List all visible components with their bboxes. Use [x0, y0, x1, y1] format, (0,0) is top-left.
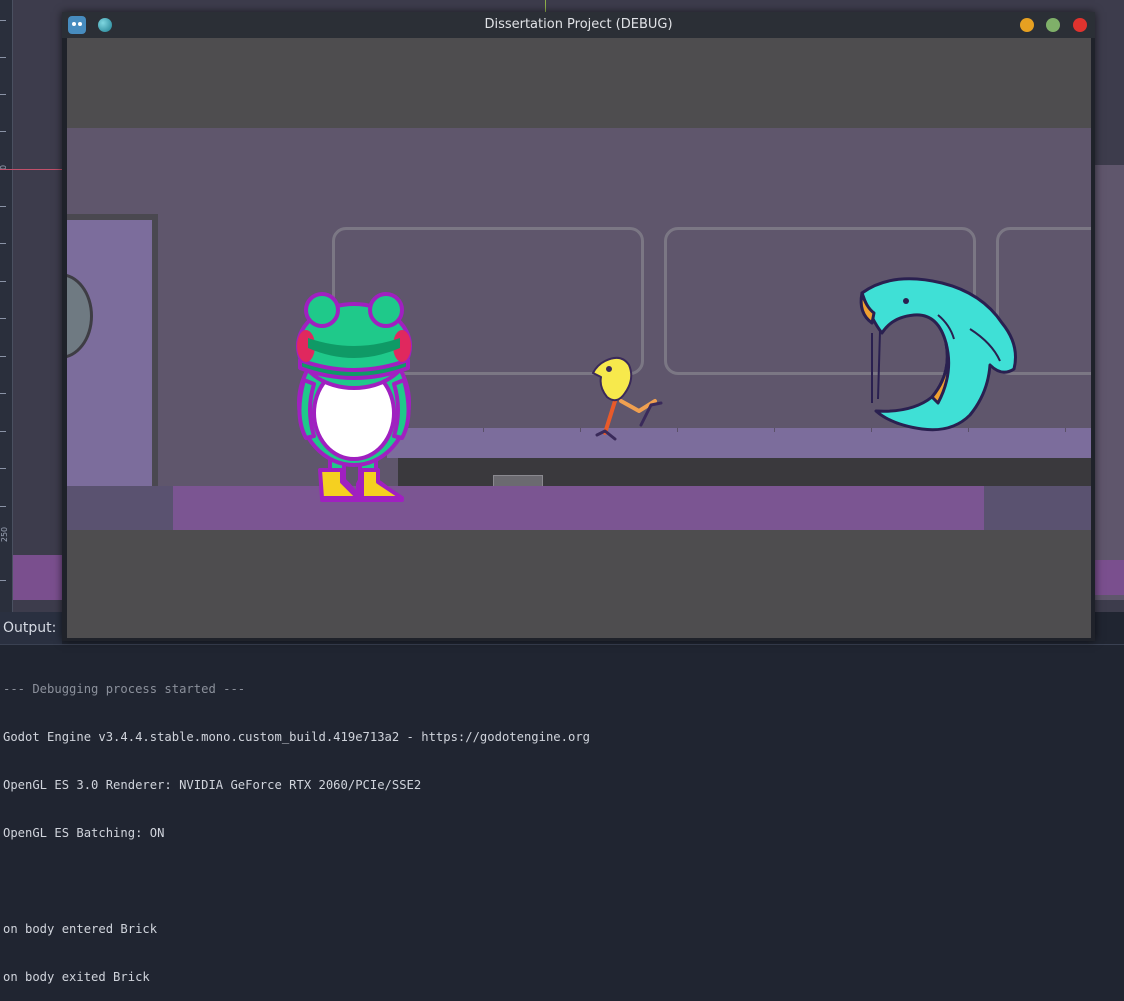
counter-seam — [1065, 428, 1066, 432]
ruler-tick — [0, 506, 6, 507]
editor-vertical-ruler[interactable]: 0 250 — [0, 0, 13, 612]
log-line: --- Debugging process started --- — [3, 682, 246, 696]
ruler-tick — [0, 393, 6, 394]
ruler-tick — [0, 206, 6, 207]
window-titlebar[interactable]: Dissertation Project (DEBUG) — [62, 12, 1095, 38]
bird-character — [592, 356, 663, 441]
ruler-tick — [0, 318, 6, 319]
output-divider — [0, 644, 1124, 645]
log-line: OpenGL ES Batching: ON — [3, 826, 165, 840]
editor-background-floor — [1094, 560, 1124, 595]
origin-axis-line — [0, 169, 62, 170]
log-line: Godot Engine v3.4.4.stable.mono.custom_b… — [3, 730, 590, 744]
ruler-tick — [0, 131, 6, 132]
ruler-tick — [0, 94, 6, 95]
counter-seam — [774, 428, 775, 432]
floor-left — [67, 486, 173, 530]
editor-background-floor-left — [12, 555, 62, 600]
maximize-button[interactable] — [1046, 18, 1060, 32]
ruler-tick — [0, 243, 6, 244]
counter-seam — [483, 428, 484, 432]
frog-character — [296, 292, 412, 502]
log-line: on body exited Brick — [3, 970, 150, 984]
editor-background-wall — [1094, 165, 1124, 600]
game-window[interactable]: Dissertation Project (DEBUG) — [62, 12, 1095, 641]
ruler-tick — [0, 356, 6, 357]
log-line: OpenGL ES 3.0 Renderer: NVIDIA GeForce R… — [3, 778, 422, 792]
ruler-tick — [0, 580, 6, 581]
window-title: Dissertation Project (DEBUG) — [484, 17, 673, 32]
output-label: Output: — [3, 620, 57, 636]
counter-seam — [677, 428, 678, 432]
shark-monster-character — [859, 277, 1017, 432]
ruler-tick — [0, 20, 6, 21]
door — [67, 220, 152, 486]
ground — [67, 530, 1091, 638]
output-log[interactable]: --- Debugging process started --- Godot … — [3, 649, 590, 1001]
ruler-tick — [0, 431, 6, 432]
minimize-button[interactable] — [1020, 18, 1034, 32]
ruler-tick — [0, 57, 6, 58]
ruler-tick — [0, 281, 6, 282]
game-viewport[interactable] — [67, 38, 1091, 638]
floor-right — [984, 486, 1091, 530]
ceiling — [67, 38, 1091, 128]
ruler-tick — [0, 468, 6, 469]
log-line: on body entered Brick — [3, 922, 158, 936]
ruler-label: 250 — [0, 526, 10, 543]
close-button[interactable] — [1073, 18, 1087, 32]
